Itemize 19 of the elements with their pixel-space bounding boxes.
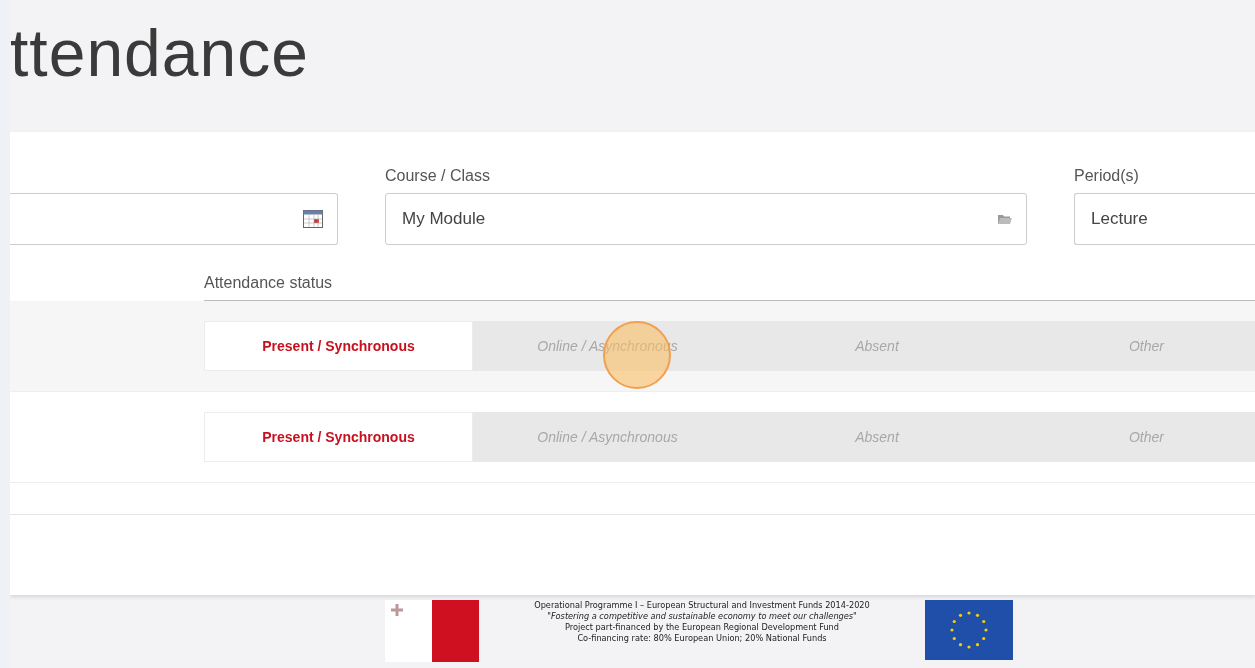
status-option[interactable]: Present / Synchronous (204, 412, 473, 462)
field-label: Period(s) (1074, 167, 1140, 185)
malta-flag-icon (385, 600, 479, 662)
field-label: Course / Class (385, 167, 491, 185)
status-option[interactable]: Absent (742, 412, 1012, 462)
status-option[interactable]: Other (1012, 321, 1255, 371)
date-field[interactable] (10, 193, 338, 245)
course-field[interactable]: My Module (385, 193, 1027, 245)
funding-notice: Operational Programme I – European Structural and Investment Funds 2014-2020 "Fostering a competitive and sustainable economy to meet our challenges" Project part-financed by the European Regional Development Fund Co-financing rate: 80% European Union; 20% National Funds (533, 600, 871, 644)
status-option[interactable]: Online / Asynchronous (473, 412, 742, 462)
eu-flag-icon (925, 600, 1013, 660)
status-option[interactable]: Absent (742, 321, 1012, 371)
period-field[interactable]: Lecture (1074, 193, 1255, 245)
column-header: Attendance status (204, 274, 333, 291)
status-option[interactable]: Other (1012, 412, 1255, 462)
status-option[interactable]: Present / Synchronous (204, 321, 473, 371)
calendar-icon[interactable] (303, 210, 323, 228)
folder-icon[interactable] (998, 213, 1012, 225)
page-title: ttendance (10, 15, 310, 92)
